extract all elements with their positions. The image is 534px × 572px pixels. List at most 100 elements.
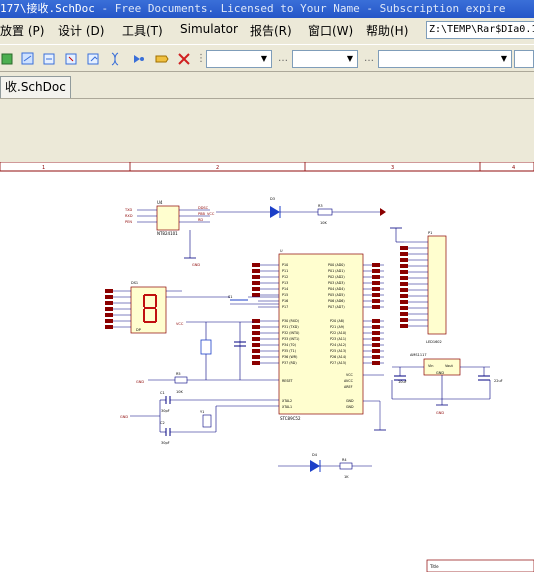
svg-text:Vout: Vout	[445, 364, 453, 368]
sheet-entry-icon[interactable]	[108, 51, 124, 67]
menu-window[interactable]: 窗口(W)	[308, 22, 353, 39]
component-r3[interactable]: R3 10K	[317, 204, 386, 225]
combo-3[interactable]: ▼	[378, 50, 512, 68]
svg-text:DDSC: DDSC	[198, 206, 209, 210]
component-d4[interactable]: D4 R4 1K	[278, 453, 372, 479]
svg-text:D4: D4	[312, 453, 318, 457]
toolbar: ⋮ ▼ … ▼ … ▼	[0, 44, 534, 72]
menu-tools[interactable]: 工具(T)	[122, 22, 163, 39]
net-label-icon[interactable]	[64, 51, 80, 67]
svg-text:RD: RD	[198, 218, 203, 222]
svg-text:P30 (RXD): P30 (RXD)	[282, 319, 299, 323]
svg-text:30pF: 30pF	[161, 441, 170, 445]
svg-text:P07 (AD7): P07 (AD7)	[328, 305, 345, 309]
combo-2[interactable]: ▼	[292, 50, 358, 68]
svg-text:AREF: AREF	[344, 385, 353, 389]
schematic-canvas: 1 2 3 4 U4 NT824101 TXD RXD PEN DDSC PBB…	[0, 162, 534, 572]
menu-bar: 放置 (P) 设计 (D) 工具(T) Simulator 报告(R) 窗口(W…	[0, 18, 534, 42]
svg-text:AVCC: AVCC	[344, 379, 354, 383]
title-bar: 177\接收.SchDoc - Free Documents. Licensed…	[0, 0, 534, 18]
svg-text:D3: D3	[270, 197, 275, 201]
chevron-down-icon: ▼	[346, 54, 354, 63]
svg-text:P1: P1	[428, 231, 432, 235]
menu-design[interactable]: 设计 (D)	[58, 22, 104, 39]
workspace-panel	[0, 100, 534, 162]
svg-text:P20 (A8): P20 (A8)	[330, 319, 344, 323]
compile-icon[interactable]	[154, 51, 170, 67]
toolbar-separator: ⋮	[196, 53, 206, 64]
svg-text:10K: 10K	[320, 221, 327, 225]
svg-text:P13: P13	[282, 281, 288, 285]
menu-reports[interactable]: 报告(R)	[250, 22, 292, 39]
toolbar-more-1: …	[278, 53, 288, 64]
component-crystal[interactable]: C1 C2 30pF 30pF Y1 GND	[120, 391, 279, 445]
svg-text:C2: C2	[160, 421, 165, 425]
svg-text:P10: P10	[282, 263, 288, 267]
svg-text:LED1602: LED1602	[426, 340, 442, 344]
svg-text:P16: P16	[282, 299, 288, 303]
svg-text:NT824101: NT824101	[157, 231, 178, 236]
menu-simulator[interactable]: Simulator	[180, 22, 238, 36]
document-tabs: 收.SchDoc	[0, 73, 534, 99]
svg-text:R5: R5	[176, 372, 181, 376]
svg-text:P27 (A15): P27 (A15)	[330, 361, 346, 365]
menu-help[interactable]: 帮助(H)	[366, 22, 408, 39]
svg-text:Y1: Y1	[200, 410, 204, 414]
svg-text:P24 (A12): P24 (A12)	[330, 343, 346, 347]
component-7seg[interactable]: DS1 DP	[105, 281, 182, 334]
component-u4[interactable]: U4 NT824101 TXD RXD PEN DDSC PBB RD GND	[124, 200, 210, 267]
svg-text:P31 (TXD): P31 (TXD)	[282, 325, 299, 329]
title-block-label: Title	[429, 564, 439, 569]
wire-icon[interactable]	[20, 51, 36, 67]
component-s1[interactable]: S1	[182, 295, 279, 305]
svg-text:PBB: PBB	[198, 212, 206, 216]
svg-text:RESET: RESET	[282, 379, 294, 383]
svg-text:1K: 1K	[344, 475, 349, 479]
component-regulator[interactable]: AMS1117 Vin Vout GND 10uF 22uF GND	[391, 353, 503, 415]
title-block	[426, 559, 534, 572]
bus-icon[interactable]	[42, 51, 58, 67]
svg-text:P21 (A9): P21 (A9)	[330, 325, 344, 329]
svg-text:P00 (AD0): P00 (AD0)	[328, 263, 345, 267]
svg-text:DP: DP	[136, 328, 141, 332]
window-title: 177\接收.SchDoc	[0, 2, 95, 15]
svg-text:P05 (AD5): P05 (AD5)	[328, 293, 345, 297]
tab-schdoc[interactable]: 收.SchDoc	[0, 76, 71, 98]
ruler-label-2: 2	[216, 165, 219, 171]
menu-place[interactable]: 放置 (P)	[0, 22, 44, 39]
combo-1[interactable]: ▼	[206, 50, 272, 68]
svg-text:STC89C52: STC89C52	[280, 416, 301, 421]
combo-4[interactable]	[514, 50, 534, 68]
power-icon[interactable]	[130, 51, 146, 67]
window-title-suffix: - Free Documents. Licensed to Your Name …	[94, 2, 506, 15]
port-icon[interactable]	[86, 51, 102, 67]
component-d3[interactable]: VCC D3	[207, 197, 318, 218]
path-field[interactable]: Z:\TEMP\Rar$DIa0.17	[426, 21, 534, 39]
svg-text:P06 (AD6): P06 (AD6)	[328, 299, 345, 303]
svg-text:P26 (A14): P26 (A14)	[330, 355, 346, 359]
svg-text:P17: P17	[282, 305, 288, 309]
svg-text:P04 (AD4): P04 (AD4)	[328, 287, 345, 291]
svg-text:30pF: 30pF	[161, 409, 170, 413]
svg-text:XTAL2: XTAL2	[282, 399, 292, 403]
svg-text:U: U	[280, 249, 283, 253]
svg-text:P01 (AD1): P01 (AD1)	[328, 269, 345, 273]
component-mcu[interactable]: U STC89C52 P10 P11 P12 P13 P14 P15 P16 P…	[252, 249, 386, 431]
schematic-sheet[interactable]: 1 2 3 4 U4 NT824101 TXD RXD PEN DDSC PBB…	[0, 162, 534, 572]
close-icon[interactable]	[176, 51, 192, 67]
chevron-down-icon: ▼	[260, 54, 268, 63]
svg-text:P34 (T0): P34 (T0)	[282, 343, 296, 347]
svg-text:DS1: DS1	[131, 281, 138, 285]
svg-text:XTAL1: XTAL1	[282, 405, 292, 409]
svg-text:P36 (WR): P36 (WR)	[282, 355, 297, 359]
component-lcd[interactable]: P1 LED1602	[390, 227, 447, 344]
svg-text:RXD: RXD	[125, 214, 133, 218]
svg-text:P37 (RD): P37 (RD)	[282, 361, 297, 365]
svg-text:P12: P12	[282, 275, 288, 279]
svg-text:P25 (A13): P25 (A13)	[330, 349, 346, 353]
svg-text:P03 (AD3): P03 (AD3)	[328, 281, 345, 285]
svg-text:P02 (AD2): P02 (AD2)	[328, 275, 345, 279]
svg-text:Vin: Vin	[428, 364, 434, 368]
svg-text:GND: GND	[346, 405, 354, 409]
component-icon[interactable]	[0, 51, 16, 67]
